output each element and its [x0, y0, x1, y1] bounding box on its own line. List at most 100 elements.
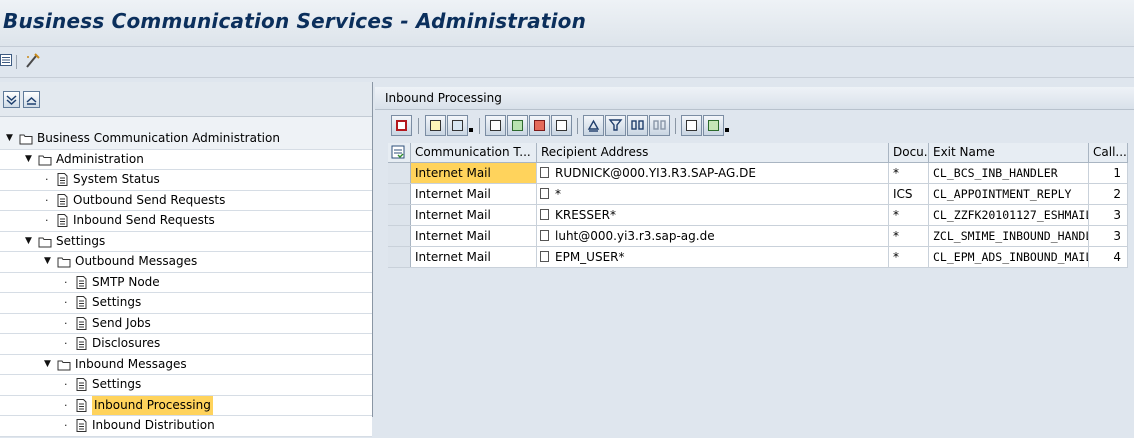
expand-toggle-icon[interactable]: ▼: [44, 355, 51, 374]
list-icon[interactable]: [0, 53, 12, 70]
cell-recipient[interactable]: KRESSER*: [537, 205, 889, 225]
cell-comm-type[interactable]: Internet Mail: [411, 226, 537, 246]
tree-item[interactable]: · Inbound Processing: [0, 395, 372, 416]
cell-call[interactable]: 3: [1089, 226, 1128, 246]
column-header-exit-name[interactable]: Exit Name: [929, 143, 1089, 162]
paste-icon[interactable]: [447, 115, 468, 136]
cell-document[interactable]: *: [889, 226, 929, 246]
tree-item[interactable]: · Settings: [0, 293, 372, 314]
find-next-icon[interactable]: [649, 115, 670, 136]
print-preview-icon[interactable]: [681, 115, 702, 136]
tree-item[interactable]: · Disclosures: [0, 334, 372, 355]
tree-header-gap: [0, 117, 372, 129]
cell-call[interactable]: 3: [1089, 205, 1128, 225]
expand-toggle-icon[interactable]: ▼: [6, 129, 13, 148]
tree-item[interactable]: · SMTP Node: [0, 272, 372, 293]
collapse-all-icon[interactable]: [23, 91, 40, 108]
tree-item[interactable]: ▼ Settings: [0, 231, 372, 252]
row-selector[interactable]: [388, 205, 411, 225]
tree-item[interactable]: ▼ Outbound Messages: [0, 252, 372, 273]
row-selector[interactable]: [388, 163, 411, 183]
duplicate-row-icon[interactable]: [551, 115, 572, 136]
bullet-icon: ·: [45, 214, 49, 227]
cell-document[interactable]: *: [889, 163, 929, 183]
tree-item[interactable]: ▼ Business Communication Administration: [0, 129, 372, 150]
expand-toggle-icon[interactable]: ▼: [44, 252, 51, 271]
select-all-icon[interactable]: [388, 143, 411, 162]
row-selector[interactable]: [388, 247, 411, 267]
f4-help-icon[interactable]: [540, 251, 549, 262]
row-selector[interactable]: [388, 184, 411, 204]
table-row[interactable]: Internet Mail * ICS CL_APPOINTMENT_REPLY 2: [388, 184, 1128, 205]
column-header-document[interactable]: Docu...: [889, 143, 929, 162]
tree-item[interactable]: · Inbound Distribution: [0, 416, 372, 437]
delete-row-icon[interactable]: [529, 115, 550, 136]
tree-item[interactable]: · Settings: [0, 375, 372, 396]
f4-help-icon[interactable]: [540, 167, 549, 178]
panel-header: Inbound Processing: [375, 87, 1134, 110]
tree-item[interactable]: ▼ Administration: [0, 149, 372, 170]
tree-item[interactable]: ▼ Inbound Messages: [0, 354, 372, 375]
dropdown-arrow-icon[interactable]: [725, 128, 729, 132]
table-row[interactable]: Internet Mail KRESSER* * CL_ZZFK20101127_ES…: [388, 205, 1128, 226]
navigation-tree: ▼ Business Communication Administration ▼ A…: [0, 129, 372, 437]
table-row[interactable]: Internet Mail EPM_USER* * CL_EPM_ADS_INBOUN…: [388, 247, 1128, 268]
f4-help-icon[interactable]: [540, 209, 549, 220]
new-row-icon[interactable]: [485, 115, 506, 136]
save-icon[interactable]: [391, 115, 412, 136]
cell-exit-name[interactable]: CL_ZZFK20101127_ESHMAILI...: [929, 205, 1089, 225]
cell-exit-name[interactable]: CL_APPOINTMENT_REPLY: [929, 184, 1089, 204]
filter-icon[interactable]: [605, 115, 626, 136]
tree-item-label: Inbound Send Requests: [73, 213, 215, 227]
recipient-text: KRESSER*: [555, 208, 616, 222]
copy-icon[interactable]: [425, 115, 446, 136]
cell-exit-name[interactable]: CL_BCS_INB_HANDLER: [929, 163, 1089, 183]
cell-document[interactable]: *: [889, 247, 929, 267]
bullet-icon: ·: [64, 275, 68, 289]
cell-recipient[interactable]: EPM_USER*: [537, 247, 889, 267]
tree-item[interactable]: · Inbound Send Requests: [0, 211, 372, 232]
cell-exit-name[interactable]: ZCL_SMIME_INBOUND_HANDL...: [929, 226, 1089, 246]
column-header-call[interactable]: Call...: [1089, 143, 1128, 162]
column-header-recipient[interactable]: Recipient Address: [537, 143, 889, 162]
bullet-icon: ·: [64, 296, 68, 309]
expand-toggle-icon[interactable]: ▼: [25, 232, 32, 251]
bullet-icon: ·: [64, 316, 68, 330]
wand-icon[interactable]: [24, 53, 40, 72]
cell-exit-name[interactable]: CL_EPM_ADS_INBOUND_MAIL: [929, 247, 1089, 267]
document-icon: [76, 337, 89, 350]
cell-recipient[interactable]: RUDNICK@000.YI3.R3.SAP-AG.DE: [537, 163, 889, 183]
bullet-icon: ·: [64, 419, 68, 432]
cell-call[interactable]: 1: [1089, 163, 1128, 183]
cell-recipient[interactable]: *: [537, 184, 889, 204]
find-icon[interactable]: [627, 115, 648, 136]
cell-document[interactable]: ICS: [889, 184, 929, 204]
tree-item[interactable]: · Send Jobs: [0, 313, 372, 334]
cell-document[interactable]: *: [889, 205, 929, 225]
row-selector[interactable]: [388, 226, 411, 246]
table-row[interactable]: Internet Mail RUDNICK@000.YI3.R3.SAP-AG.D…: [388, 163, 1128, 184]
insert-row-icon[interactable]: [507, 115, 528, 136]
tree-item-label: System Status: [73, 172, 160, 186]
tree-item[interactable]: · System Status: [0, 170, 372, 191]
expand-all-icon[interactable]: [3, 91, 20, 108]
cell-comm-type[interactable]: Internet Mail: [411, 247, 537, 267]
cell-call[interactable]: 2: [1089, 184, 1128, 204]
column-header-comm-type[interactable]: Communication T...: [411, 143, 537, 162]
f4-help-icon[interactable]: [540, 230, 549, 241]
f4-help-icon[interactable]: [540, 188, 549, 199]
bullet-icon: ·: [64, 337, 68, 350]
cell-comm-type[interactable]: Internet Mail: [411, 205, 537, 225]
toolbar-separator: [479, 118, 480, 134]
export-icon[interactable]: [703, 115, 724, 136]
dropdown-arrow-icon[interactable]: [469, 128, 473, 132]
tree-item[interactable]: · Outbound Send Requests: [0, 190, 372, 211]
cell-comm-type[interactable]: Internet Mail: [411, 184, 537, 204]
cell-comm-type[interactable]: Internet Mail: [411, 163, 537, 183]
table-row[interactable]: Internet Mail luht@000.yi3.r3.sap-ag.de * Z…: [388, 226, 1128, 247]
cell-call[interactable]: 4: [1089, 247, 1128, 267]
cell-recipient[interactable]: luht@000.yi3.r3.sap-ag.de: [537, 226, 889, 246]
bullet-icon: ·: [45, 173, 49, 186]
sort-ascending-icon[interactable]: [583, 115, 604, 136]
expand-toggle-icon[interactable]: ▼: [25, 150, 32, 169]
